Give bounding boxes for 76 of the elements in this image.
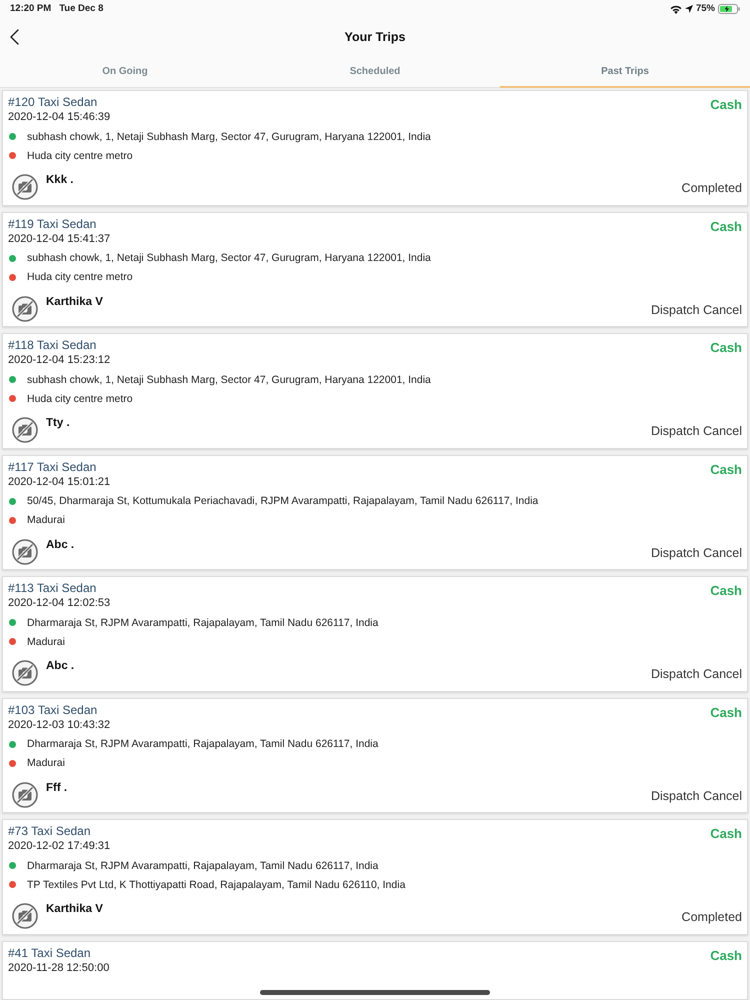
payment-method: Cash [710, 704, 742, 722]
payment-method: Cash [710, 946, 742, 964]
trip-datetime: 2020-12-04 15:23:12 [8, 353, 110, 368]
no-photo-avatar-icon [12, 417, 38, 443]
driver-name: Karthika V [46, 294, 103, 310]
driver-name: Karthika V [46, 902, 103, 917]
trip-status: Completed [682, 909, 742, 926]
trip-datetime: 2020-12-04 12:02:53 [8, 596, 110, 611]
dropoff-address: TP Textiles Pvt Ltd, K Thottiyapatti Road, Rajapalayam, Tamil Nadu 626110, India [27, 878, 406, 892]
trip-card[interactable]: #118 Taxi Sedan 2020-12-04 15:23:12 Cash subhash chowk, 1, Netaji Subhash Marg, Sector 47, Gurugram, Haryana 122001, India Huda city centre metro Tty . Dispatch Cancel [2, 333, 748, 448]
wifi-icon [670, 4, 682, 14]
tab[interactable]: Past Trips [500, 56, 750, 88]
no-photo-avatar-icon [12, 660, 38, 686]
dropoff-address: Madurai [27, 513, 65, 527]
trip-datetime: 2020-12-02 17:49:31 [8, 839, 110, 854]
dropoff-address: Huda city centre metro [27, 392, 133, 406]
location-arrow-icon [684, 5, 693, 13]
status-date: Tue Dec 8 [59, 3, 104, 15]
trip-datetime: 2020-12-04 15:46:39 [8, 110, 110, 125]
page-title: Your Trips [344, 28, 406, 46]
pickup-address: subhash chowk, 1, Netaji Subhash Marg, Sector 47, Gurugram, Haryana 122001, India [27, 251, 431, 265]
pickup-address: subhash chowk, 1, Netaji Subhash Marg, Sector 47, Gurugram, Haryana 122001, India [27, 130, 431, 144]
payment-method: Cash [710, 96, 742, 114]
trip-datetime: 2020-12-04 15:01:21 [8, 474, 110, 490]
driver-name: Fff . [46, 780, 68, 796]
trip-title: #117 Taxi Sedan [8, 458, 98, 474]
pickup-address: Dharmaraja St, RJPM Avarampatti, Rajapalayam, Tamil Nadu 626117, India [27, 616, 378, 630]
no-photo-avatar-icon [12, 903, 38, 929]
dropoff-address: Madurai [27, 756, 65, 770]
no-photo-avatar-icon [12, 782, 38, 808]
trip-title: #103 Taxi Sedan [8, 702, 98, 718]
trip-card[interactable]: #103 Taxi Sedan 2020-12-03 10:43:32 Cash Dharmaraja St, RJPM Avarampatti, Rajapalayam, Tamil Nadu 626117, India Madurai Fff . Dispatch Cancel [2, 698, 748, 813]
driver-name: Kkk . [46, 173, 74, 188]
status-time: 12:20 PM [10, 3, 52, 15]
no-photo-avatar-icon [12, 296, 38, 322]
back-chevron-icon [10, 29, 18, 45]
trip-status: Dispatch Cancel [650, 302, 742, 318]
trip-title: #41 Taxi Sedan [8, 944, 92, 960]
battery-icon [718, 4, 740, 14]
pickup-address: Dharmaraja St, RJPM Avarampatti, Rajapalayam, Tamil Nadu 626117, India [27, 737, 378, 751]
trip-datetime: 2020-12-04 15:41:37 [8, 232, 110, 246]
trip-status: Dispatch Cancel [650, 423, 742, 440]
trip-title: #120 Taxi Sedan [8, 94, 98, 110]
trip-status: Dispatch Cancel [650, 544, 742, 562]
trip-title: #113 Taxi Sedan [8, 580, 98, 596]
trip-datetime: 2020-11-28 12:50:00 [8, 960, 110, 976]
trip-card[interactable]: #113 Taxi Sedan 2020-12-04 12:02:53 Cash Dharmaraja St, RJPM Avarampatti, Rajapalayam, Tamil Nadu 626117, India Madurai Abc . Dispatch Cancel [2, 576, 748, 692]
payment-method: Cash [710, 460, 742, 478]
trip-status: Dispatch Cancel [650, 666, 742, 683]
dropoff-address: Huda city centre metro [27, 270, 133, 284]
payment-method: Cash [710, 825, 742, 843]
pickup-address: Dharmaraja St, RJPM Avarampatti, Rajapalayam, Tamil Nadu 626117, India [27, 858, 378, 872]
trip-card[interactable] [2, 819, 748, 934]
trip-status: Dispatch Cancel [650, 788, 742, 804]
trip-datetime: 2020-12-03 10:43:32 [8, 718, 110, 732]
payment-method: Cash [710, 218, 742, 236]
pickup-address: 50/45, Dharmaraja St, Kottumukala Periachavadi, RJPM Avarampatti, Rajapalayam, Tamil Nadu 626117, India [27, 494, 538, 508]
trip-card[interactable]: #117 Taxi Sedan 2020-12-04 15:01:21 Cash 50/45, Dharmaraja St, Kottumukala Periachavadi, RJPM Avarampatti, Rajapalayam, Tamil Nadu 626117, India Madurai Abc . Dispatch Cancel [2, 454, 748, 570]
trip-status: Completed [682, 180, 742, 197]
trip-card[interactable]: #41 Taxi Sedan 2020-11-28 12:50:00 Cash [2, 940, 748, 1000]
no-photo-avatar-icon [12, 538, 38, 564]
pickup-address: subhash chowk, 1, Netaji Subhash Marg, Sector 47, Gurugram, Haryana 122001, India [27, 372, 431, 386]
dropoff-address: Madurai [27, 634, 65, 648]
trip-card[interactable]: #119 Taxi Sedan 2020-12-04 15:41:37 Cash subhash chowk, 1, Netaji Subhash Marg, Sector 47, Gurugram, Haryana 122001, India Huda city centre metro Karthika V Dispatch Cancel [2, 212, 748, 327]
trip-title: #119 Taxi Sedan [8, 216, 98, 232]
driver-name: Abc . [46, 659, 74, 674]
trip-title: #118 Taxi Sedan [8, 337, 98, 353]
payment-method: Cash [710, 582, 742, 600]
trip-title: #73 Taxi Sedan [8, 823, 92, 839]
battery-percentage: 75% [696, 3, 715, 15]
driver-name: Tty . [46, 416, 70, 431]
no-photo-avatar-icon [12, 174, 38, 200]
driver-name: Abc . [46, 538, 74, 552]
dropoff-address: Huda city centre metro [27, 148, 133, 162]
trip-card[interactable]: #120 Taxi Sedan 2020-12-04 15:46:39 Cash subhash chowk, 1, Netaji Subhash Marg, Sector 47, Gurugram, Haryana 122001, India Huda city centre metro Kkk . Completed [2, 90, 748, 206]
payment-method: Cash [710, 339, 742, 357]
